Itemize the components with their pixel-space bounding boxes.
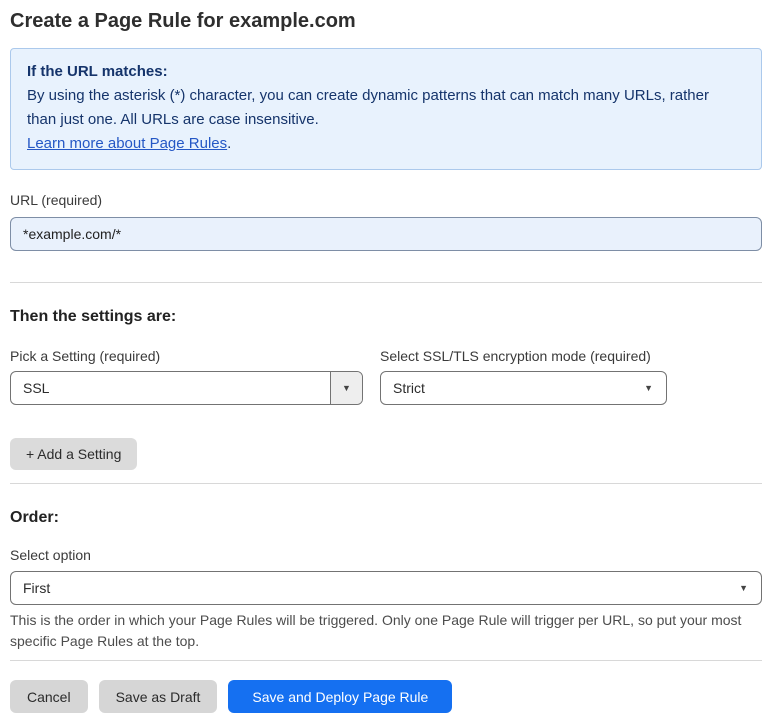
settings-row: Pick a Setting (required) SSL ▼ Select S… bbox=[10, 326, 762, 405]
settings-section-heading: Then the settings are: bbox=[10, 308, 177, 325]
url-match-info-box: If the URL matches: By using the asteris… bbox=[10, 48, 762, 170]
setting-select-value: SSL bbox=[23, 380, 50, 396]
page-title: Create a Page Rule for example.com bbox=[10, 10, 356, 32]
save-as-draft-button[interactable]: Save as Draft bbox=[98, 680, 218, 713]
order-select[interactable]: First ▼ bbox=[10, 571, 762, 605]
add-setting-button[interactable]: + Add a Setting bbox=[10, 438, 138, 470]
chevron-down-icon: ▼ bbox=[644, 382, 653, 393]
divider-before-footer bbox=[10, 660, 762, 661]
chevron-down-icon: ▼ bbox=[739, 582, 748, 593]
footer-actions: Cancel Save as Draft Save and Deploy Pag… bbox=[10, 680, 762, 713]
setting-select-caret-box[interactable]: ▼ bbox=[330, 372, 362, 404]
ssl-mode-select[interactable]: Strict ▼ bbox=[380, 371, 667, 405]
info-box-heading: If the URL matches: bbox=[27, 63, 168, 80]
setting-column: Pick a Setting (required) SSL ▼ bbox=[10, 326, 363, 405]
link-period: . bbox=[227, 135, 232, 152]
order-select-value: First bbox=[23, 580, 51, 596]
order-section-heading: Order: bbox=[10, 509, 59, 526]
url-input[interactable] bbox=[10, 217, 762, 251]
setting-select[interactable]: SSL ▼ bbox=[10, 371, 363, 405]
chevron-down-icon: ▼ bbox=[342, 383, 351, 393]
learn-more-link[interactable]: Learn more about Page Rules bbox=[27, 135, 227, 152]
url-field-label: URL (required) bbox=[10, 192, 103, 208]
save-and-deploy-button[interactable]: Save and Deploy Page Rule bbox=[228, 680, 453, 713]
page-container: Create a Page Rule for example.com If th… bbox=[0, 0, 772, 713]
info-box-body: By using the asterisk (*) character, you… bbox=[27, 87, 709, 128]
info-box-link-line: Learn more about Page Rules. bbox=[27, 132, 745, 156]
order-select-label: Select option bbox=[10, 547, 91, 563]
mode-select-label: Select SSL/TLS encryption mode (required… bbox=[380, 348, 651, 364]
cancel-button[interactable]: Cancel bbox=[10, 680, 88, 713]
order-help-text: This is the order in which your Page Rul… bbox=[10, 612, 742, 649]
mode-column: Select SSL/TLS encryption mode (required… bbox=[380, 326, 667, 405]
ssl-mode-select-value: Strict bbox=[393, 380, 425, 396]
divider-after-url bbox=[10, 282, 762, 283]
divider-after-settings bbox=[10, 483, 762, 484]
setting-select-label: Pick a Setting (required) bbox=[10, 348, 161, 364]
